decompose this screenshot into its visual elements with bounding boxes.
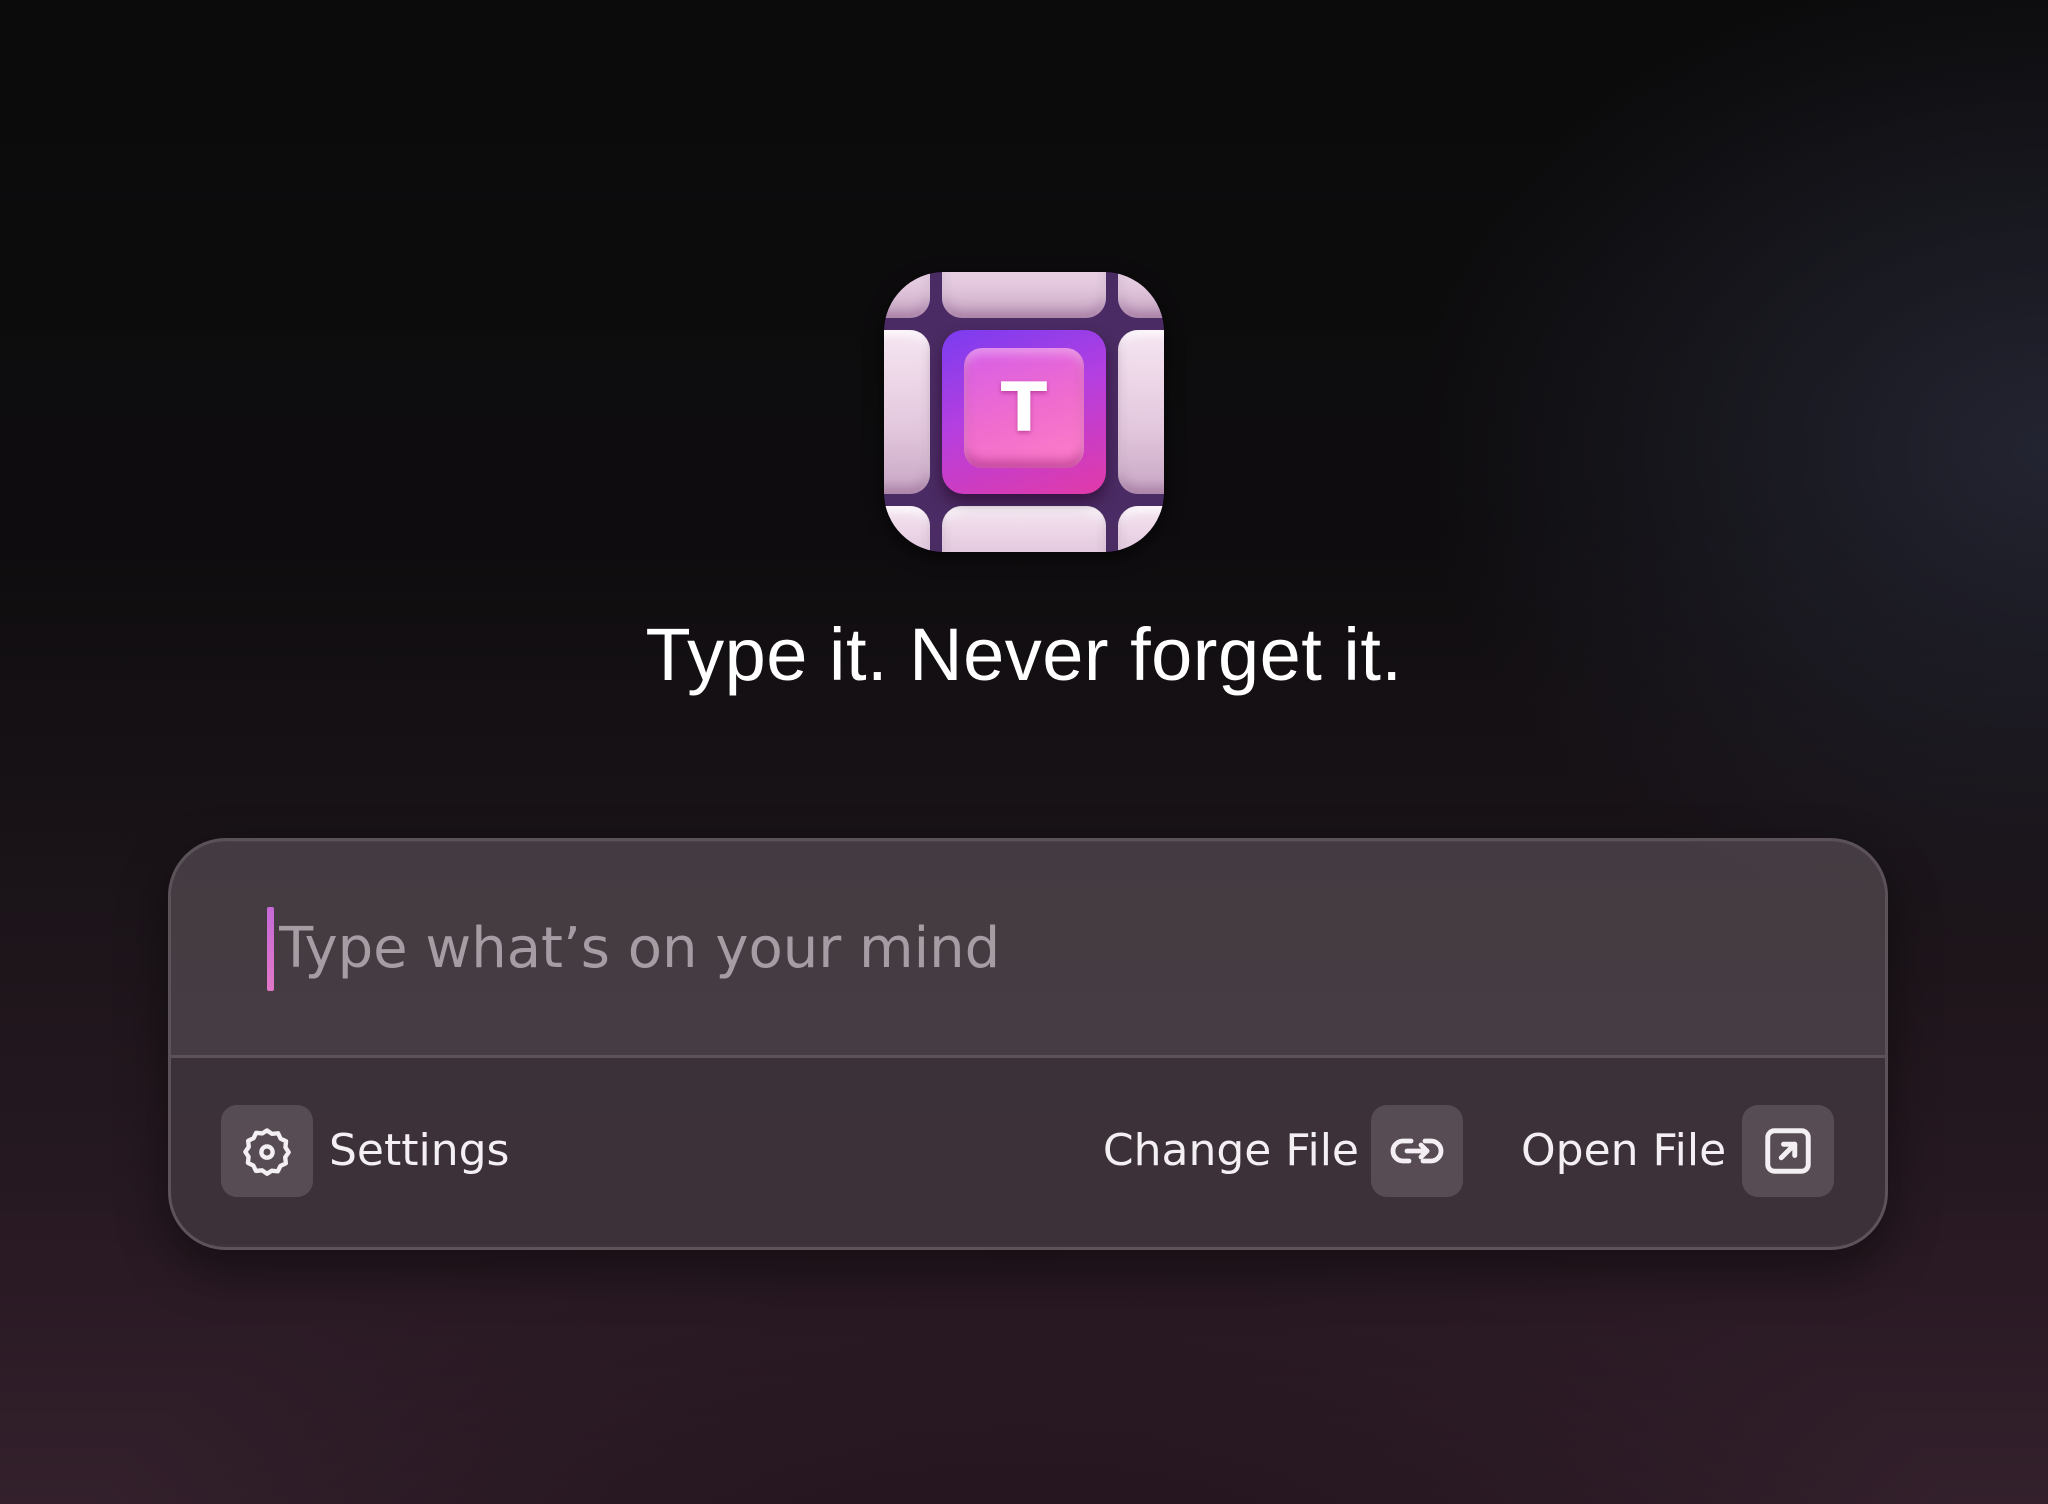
- settings-button[interactable]: [221, 1105, 313, 1197]
- keycap-decoration: [942, 272, 1106, 318]
- keycap-center-top: T: [964, 348, 1084, 468]
- thought-input[interactable]: [275, 903, 1779, 993]
- keycap-decoration: [884, 506, 930, 552]
- launcher-window: T Type it. Never forget it. Settings Cha…: [0, 0, 2048, 1504]
- change-file-button[interactable]: [1371, 1105, 1463, 1197]
- card-footer: Settings Change File Open File: [171, 1058, 1885, 1244]
- capture-card: Settings Change File Open File: [168, 838, 1888, 1250]
- change-file-label[interactable]: Change File: [1099, 1105, 1359, 1197]
- input-area[interactable]: [171, 841, 1885, 1058]
- open-file-button[interactable]: [1742, 1105, 1834, 1197]
- keycap-decoration: [884, 272, 930, 318]
- app-icon-letter: T: [1000, 368, 1048, 448]
- keycap-center: T: [942, 330, 1106, 494]
- keycap-decoration: [1118, 272, 1164, 318]
- keycap-decoration: [1118, 506, 1164, 552]
- keycap-decoration: [1118, 330, 1164, 494]
- open-file-label[interactable]: Open File: [1521, 1105, 1726, 1197]
- open-external-icon: [1765, 1128, 1811, 1174]
- text-caret: [267, 907, 274, 991]
- gear-icon: [243, 1128, 291, 1176]
- settings-label[interactable]: Settings: [329, 1105, 509, 1197]
- link-swap-icon: [1390, 1138, 1444, 1164]
- app-icon: T: [884, 272, 1164, 552]
- keycap-decoration: [884, 330, 930, 494]
- tagline: Type it. Never forget it.: [645, 613, 1403, 696]
- keycap-decoration: [942, 506, 1106, 552]
